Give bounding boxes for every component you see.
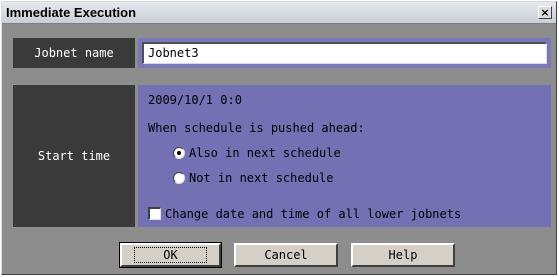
- radio-not-next-schedule[interactable]: Not in next schedule: [173, 170, 373, 186]
- radio-button-selected[interactable]: [173, 147, 185, 159]
- radio-also-next-schedule[interactable]: Also in next schedule: [173, 145, 373, 161]
- radio-label: Not in next schedule: [189, 171, 334, 185]
- cancel-button[interactable]: Cancel: [234, 243, 338, 267]
- close-button[interactable]: ×: [538, 6, 552, 19]
- jobnet-name-field[interactable]: Jobnet3: [142, 42, 547, 64]
- jobnet-name-label-text: Jobnet name: [34, 46, 114, 60]
- immediate-execution-dialog: Immediate Execution × Jobnet name Jobnet…: [1, 1, 557, 275]
- schedule-heading: When schedule is pushed ahead:: [148, 121, 365, 135]
- change-lower-jobnets-option[interactable]: Change date and time of all lower jobnet…: [148, 206, 548, 222]
- help-button[interactable]: Help: [351, 243, 455, 267]
- start-time-label: Start time: [13, 85, 135, 227]
- checkbox-label: Change date and time of all lower jobnet…: [165, 207, 462, 221]
- radio-label: Also in next schedule: [189, 146, 341, 160]
- ok-button-label: OK: [134, 247, 207, 263]
- close-icon: ×: [540, 6, 550, 19]
- ok-button[interactable]: OK: [119, 242, 222, 268]
- jobnet-name-label: Jobnet name: [13, 38, 135, 68]
- change-lower-jobnets-checkbox[interactable]: [148, 207, 161, 220]
- start-time-panel: 2009/10/1 0:0 When schedule is pushed ah…: [138, 85, 551, 227]
- title-bar[interactable]: Immediate Execution ×: [2, 2, 556, 24]
- cancel-button-label: Cancel: [264, 248, 308, 262]
- radio-dot-icon: [177, 151, 181, 155]
- radio-button[interactable]: [173, 172, 185, 184]
- dialog-title: Immediate Execution: [6, 5, 137, 20]
- start-datetime: 2009/10/1 0:0: [148, 93, 242, 107]
- start-time-label-text: Start time: [37, 149, 111, 163]
- help-button-label: Help: [388, 248, 418, 262]
